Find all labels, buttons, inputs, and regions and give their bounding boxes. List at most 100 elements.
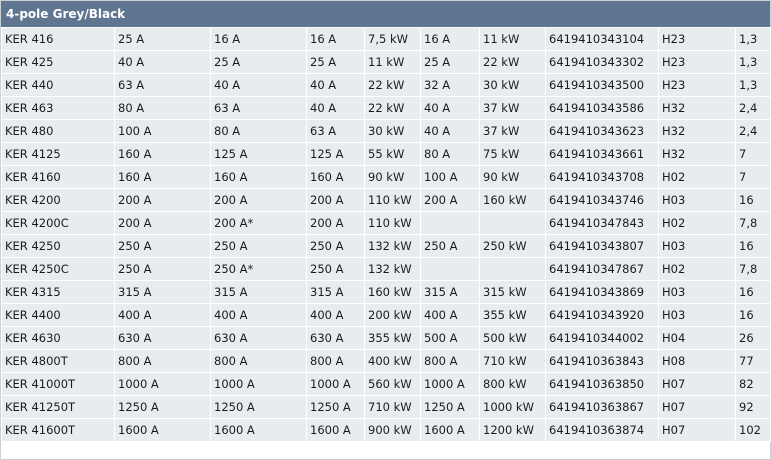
table-row: KER 440 63 A 40 A 40 A 22 kW 32 A 30 kW 6419410… <box>1 73 771 97</box>
cell-ac23-power: 37 kW <box>479 119 546 143</box>
cell-ac21-current: 250 A* <box>210 257 307 281</box>
cell-type: KER 463 <box>1 96 115 120</box>
cell-ean-code: 6419410343302 <box>545 50 659 74</box>
cell-ac22-current: 250 A <box>306 257 365 281</box>
cell-ac21-current: 200 A <box>210 188 307 212</box>
cell-type: KER 416 <box>1 27 115 51</box>
cell-ean-code: 6419410343500 <box>545 73 659 97</box>
cell-weight: 16 <box>735 303 771 327</box>
cell-ac3-power: 55 kW <box>364 142 421 166</box>
table-row: KER 41600T 1600 A 1600 A 1600 A 900 kW 1600 A… <box>1 418 771 442</box>
cell-rated-current: 200 A <box>114 211 211 235</box>
cell-rated-current: 630 A <box>114 326 211 350</box>
cell-ac23-current: 80 A <box>420 142 480 166</box>
cell-ac23-power: 160 kW <box>479 188 546 212</box>
cell-ac23-power: 75 kW <box>479 142 546 166</box>
cell-ac22-current: 200 A <box>306 188 365 212</box>
cell-ac23-power: 355 kW <box>479 303 546 327</box>
cell-ac23-current: 500 A <box>420 326 480 350</box>
cell-ac3-power: 22 kW <box>364 73 421 97</box>
table-row: KER 4250 250 A 250 A 250 A 132 kW 250 A 250 kW… <box>1 234 771 258</box>
cell-ac22-current: 250 A <box>306 234 365 258</box>
cell-ean-code: 6419410343807 <box>545 234 659 258</box>
cell-type: KER 4160 <box>1 165 115 189</box>
cell-type: KER 4250C <box>1 257 115 281</box>
cell-type: KER 4630 <box>1 326 115 350</box>
cell-ac23-power: 315 kW <box>479 280 546 304</box>
cell-frame: H07 <box>658 372 736 396</box>
cell-ac21-current: 1600 A <box>210 418 307 442</box>
cell-rated-current: 25 A <box>114 27 211 51</box>
cell-ean-code: 6419410347843 <box>545 211 659 235</box>
cell-ac21-current: 1000 A <box>210 372 307 396</box>
cell-rated-current: 160 A <box>114 165 211 189</box>
cell-ac23-current: 1250 A <box>420 395 480 419</box>
cell-weight: 7 <box>735 142 771 166</box>
cell-rated-current: 400 A <box>114 303 211 327</box>
cell-weight: 92 <box>735 395 771 419</box>
table-row: KER 4400 400 A 400 A 400 A 200 kW 400 A 355 kW… <box>1 303 771 327</box>
cell-ac22-current: 160 A <box>306 165 365 189</box>
cell-ac23-current: 40 A <box>420 119 480 143</box>
cell-ac23-current: 40 A <box>420 96 480 120</box>
cell-type: KER 4200C <box>1 211 115 235</box>
cell-ac23-current <box>420 211 480 235</box>
cell-ac23-power: 11 kW <box>479 27 546 51</box>
cell-rated-current: 160 A <box>114 142 211 166</box>
cell-ac23-current: 16 A <box>420 27 480 51</box>
cell-ac22-current: 25 A <box>306 50 365 74</box>
cell-rated-current: 250 A <box>114 234 211 258</box>
cell-weight: 2,4 <box>735 96 771 120</box>
cell-ac23-power: 1200 kW <box>479 418 546 442</box>
cell-ac3-power: 11 kW <box>364 50 421 74</box>
cell-ac21-current: 63 A <box>210 96 307 120</box>
cell-ac3-power: 110 kW <box>364 188 421 212</box>
table-row: KER 480 100 A 80 A 63 A 30 kW 40 A 37 kW 641941… <box>1 119 771 143</box>
cell-frame: H23 <box>658 50 736 74</box>
table-row: KER 4630 630 A 630 A 630 A 355 kW 500 A 500 kW… <box>1 326 771 350</box>
cell-ac22-current: 200 A <box>306 211 365 235</box>
cell-ean-code: 6419410343708 <box>545 165 659 189</box>
cell-ac23-power: 250 kW <box>479 234 546 258</box>
cell-ac21-current: 40 A <box>210 73 307 97</box>
cell-ac23-power <box>479 211 546 235</box>
cell-ac23-power: 1000 kW <box>479 395 546 419</box>
cell-ac22-current: 125 A <box>306 142 365 166</box>
table-row: KER 4315 315 A 315 A 315 A 160 kW 315 A 315 kW… <box>1 280 771 304</box>
cell-ean-code: 6419410343920 <box>545 303 659 327</box>
cell-ac22-current: 40 A <box>306 96 365 120</box>
cell-ac23-current <box>420 257 480 281</box>
cell-ac3-power: 7,5 kW <box>364 27 421 51</box>
cell-ac21-current: 800 A <box>210 349 307 373</box>
cell-frame: H03 <box>658 234 736 258</box>
cell-ac21-current: 315 A <box>210 280 307 304</box>
cell-type: KER 4315 <box>1 280 115 304</box>
cell-ac23-current: 1000 A <box>420 372 480 396</box>
cell-weight: 1,3 <box>735 50 771 74</box>
cell-ac3-power: 900 kW <box>364 418 421 442</box>
cell-frame: H07 <box>658 418 736 442</box>
cell-weight: 7,8 <box>735 211 771 235</box>
cell-rated-current: 63 A <box>114 73 211 97</box>
cell-weight: 82 <box>735 372 771 396</box>
cell-frame: H02 <box>658 165 736 189</box>
cell-rated-current: 80 A <box>114 96 211 120</box>
cell-ac3-power: 400 kW <box>364 349 421 373</box>
cell-type: KER 440 <box>1 73 115 97</box>
cell-type: KER 41000T <box>1 372 115 396</box>
table-row: KER 4160 160 A 160 A 160 A 90 kW 100 A 90 kW 64… <box>1 165 771 189</box>
cell-ac22-current: 63 A <box>306 119 365 143</box>
cell-ean-code: 6419410363874 <box>545 418 659 442</box>
cell-type: KER 4125 <box>1 142 115 166</box>
cell-ac21-current: 200 A* <box>210 211 307 235</box>
cell-ac21-current: 125 A <box>210 142 307 166</box>
cell-ean-code: 6419410363843 <box>545 349 659 373</box>
table-row: KER 41250T 1250 A 1250 A 1250 A 710 kW 1250 A… <box>1 395 771 419</box>
cell-ac22-current: 400 A <box>306 303 365 327</box>
table-row: KER 4250C 250 A 250 A* 250 A 132 kW 641941034… <box>1 257 771 281</box>
cell-ean-code: 6419410343746 <box>545 188 659 212</box>
cell-type: KER 4400 <box>1 303 115 327</box>
cell-ac23-current: 100 A <box>420 165 480 189</box>
cell-ac23-current: 315 A <box>420 280 480 304</box>
cell-ac3-power: 560 kW <box>364 372 421 396</box>
